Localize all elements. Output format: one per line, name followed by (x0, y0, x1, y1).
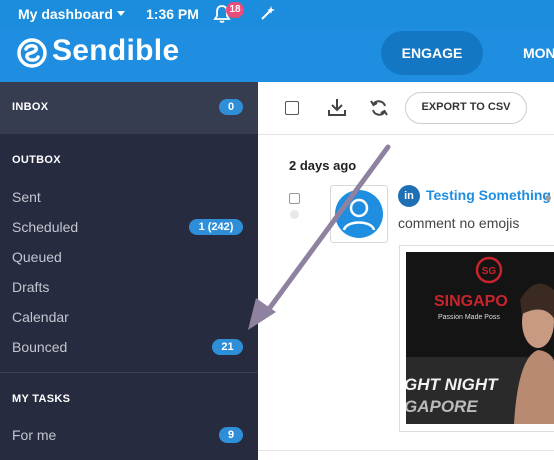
sidebar-item-bounced[interactable]: Bounced (12, 339, 67, 355)
sendible-logo-icon[interactable] (16, 37, 48, 74)
download-icon[interactable] (327, 97, 347, 122)
toolbar: EXPORT TO CSV (258, 82, 554, 135)
clock-time: 1:36 PM (146, 6, 199, 22)
post-separator (258, 450, 554, 451)
image-line-3: GHT NIGHT (406, 375, 499, 394)
for-me-count-badge: 9 (219, 427, 243, 443)
date-group-heading: 2 days ago (289, 158, 357, 173)
sidebar-item-for-me[interactable]: For me (12, 427, 56, 443)
top-bar: My dashboard 1:36 PM 18 (0, 0, 554, 28)
post-status-dot (290, 210, 299, 219)
image-line-1: SINGAPO (434, 293, 508, 310)
notification-count-badge[interactable]: 18 (226, 2, 244, 18)
dashboard-menu[interactable]: My dashboard (18, 6, 113, 22)
select-all-checkbox[interactable] (285, 101, 299, 115)
sidebar-divider (0, 372, 258, 373)
scheduled-count-badge: 1 (242) (189, 219, 243, 235)
sidebar-item-scheduled[interactable]: Scheduled (12, 219, 78, 235)
brand-logo-text[interactable]: Sendible (52, 34, 179, 68)
chevron-down-icon[interactable] (117, 11, 125, 16)
sidebar-item-cut-off[interactable] (12, 454, 52, 460)
refresh-icon[interactable] (369, 98, 389, 123)
sidebar-item-calendar[interactable]: Calendar (12, 309, 69, 325)
sidebar-item-inbox[interactable]: INBOX 0 (0, 82, 258, 134)
main-content: EXPORT TO CSV 2 days ago in Testing Some… (258, 82, 554, 460)
sidebar-item-sent[interactable]: Sent (12, 189, 41, 205)
post-title-link[interactable]: Testing Something (426, 187, 551, 203)
sidebar-item-queued[interactable]: Queued (12, 249, 62, 265)
my-tasks-heading: MY TASKS (12, 393, 71, 405)
nav-monitor-button[interactable]: MON (523, 31, 554, 75)
nav-engage-button[interactable]: ENGAGE (381, 31, 483, 75)
sidebar-inbox-label: INBOX (12, 101, 49, 113)
linkedin-icon: in (398, 185, 420, 207)
post-image[interactable]: SG SINGAPO Passion Made Poss GHT NIGHT G… (406, 252, 554, 424)
bounced-count-badge: 21 (212, 339, 243, 355)
more-options-icon[interactable] (545, 195, 551, 201)
outbox-heading: OUTBOX (12, 154, 61, 166)
magic-wand-icon[interactable] (259, 4, 277, 27)
image-line-2: Passion Made Poss (438, 314, 500, 321)
user-avatar-icon (335, 190, 383, 238)
export-to-csv-button[interactable]: EXPORT TO CSV (405, 92, 527, 124)
sidebar-item-drafts[interactable]: Drafts (12, 279, 49, 295)
image-logo-text: SG (482, 266, 497, 277)
avatar[interactable] (330, 185, 388, 243)
app-header: Sendible ENGAGE MON (0, 28, 554, 82)
inbox-count-badge: 0 (219, 99, 243, 115)
post-checkbox[interactable] (289, 193, 300, 204)
image-line-4: GAPORE (406, 397, 478, 416)
post-text: comment no emojis (398, 215, 520, 231)
sidebar: INBOX 0 OUTBOX Sent Scheduled 1 (242) Qu… (0, 82, 258, 460)
